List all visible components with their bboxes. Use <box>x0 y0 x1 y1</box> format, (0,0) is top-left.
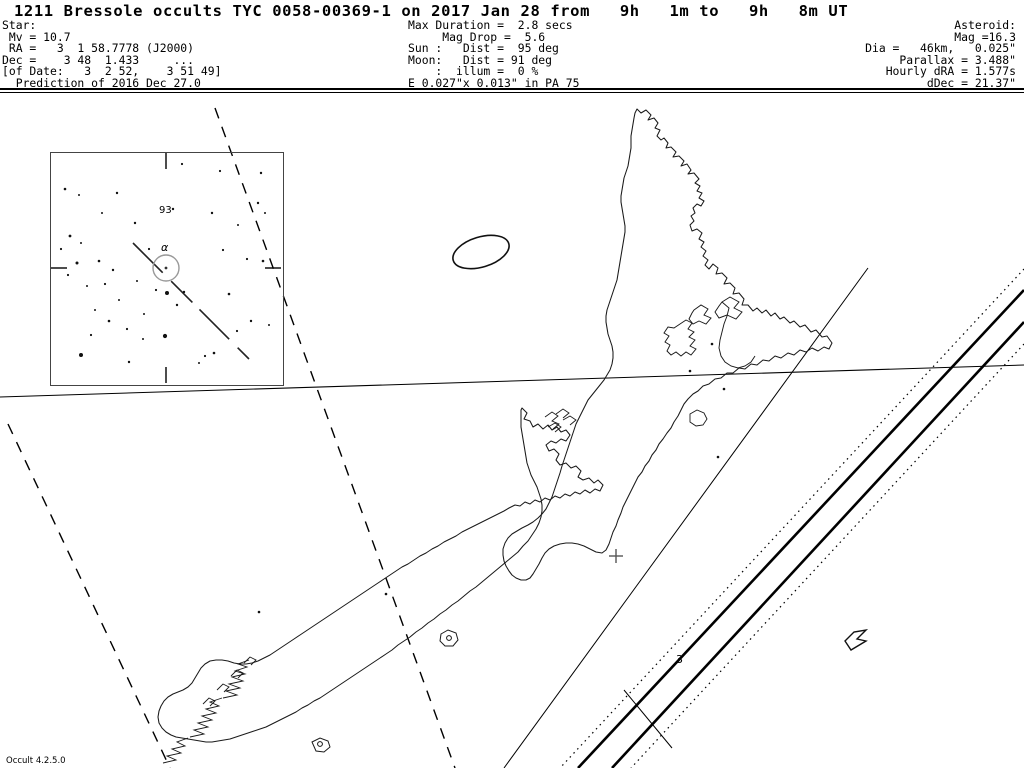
target-star-label: α <box>161 241 169 254</box>
occultation-prediction-page: 1211 Bressole occults TYC 0058-00369-1 o… <box>0 0 1024 768</box>
star-info-block: Star: Mv = 10.7 RA = 3 1 58.7778 (J2000)… <box>2 18 222 90</box>
marlborough-sounds <box>544 408 577 433</box>
limit-line-south <box>630 343 1024 768</box>
limit-line-north <box>559 268 1024 768</box>
coastline-south-island <box>157 407 604 743</box>
island-ellipse <box>452 234 510 270</box>
star-chart-svg <box>51 153 281 383</box>
central-line-north <box>577 289 1024 768</box>
city-dot <box>688 369 692 373</box>
asteroid-path-line <box>132 242 250 360</box>
central-line-south <box>611 321 1024 768</box>
path-time-tick <box>623 689 673 749</box>
coastline-east-cape <box>718 301 756 369</box>
city-dot <box>716 455 720 459</box>
lake-taupo <box>689 409 708 427</box>
island-chathams <box>844 628 869 651</box>
site-cross-marker <box>609 549 623 563</box>
city-dot <box>317 741 323 747</box>
event-info-block: Max Duration = 2.8 secs Mag Drop = 5.6 S… <box>408 18 580 90</box>
city-dot <box>710 342 714 346</box>
otago-peninsula <box>311 737 331 753</box>
header-divider-thick <box>0 88 1024 90</box>
header-divider-thin <box>0 92 1024 93</box>
coastline-hauraki-detail <box>688 304 712 325</box>
banks-peninsula <box>439 629 459 647</box>
night-limit-dashed-lower <box>7 423 171 768</box>
city-dot <box>384 592 388 596</box>
coastline-north-island <box>502 108 833 581</box>
target-star-dot <box>164 266 168 270</box>
field-stars <box>59 162 270 364</box>
coastline-auckland-detail <box>663 319 697 357</box>
path-tick-label: 3 <box>676 653 683 666</box>
chart-field-label: 93 <box>159 205 172 216</box>
sunrise-terminator <box>503 267 869 768</box>
header: 1211 Bressole occults TYC 0058-00369-1 o… <box>0 0 1024 93</box>
coastline-fiordland <box>162 656 257 764</box>
asteroid-info-block: Asteroid: Mag =16.3 Dia = 46km, 0.025" P… <box>865 18 1016 90</box>
city-dot <box>257 610 261 614</box>
city-dot <box>446 635 452 641</box>
city-dot <box>722 387 726 391</box>
software-version-label: Occult 4.2.5.0 <box>6 756 66 766</box>
star-chart-inset[interactable]: 93 α <box>50 152 284 386</box>
